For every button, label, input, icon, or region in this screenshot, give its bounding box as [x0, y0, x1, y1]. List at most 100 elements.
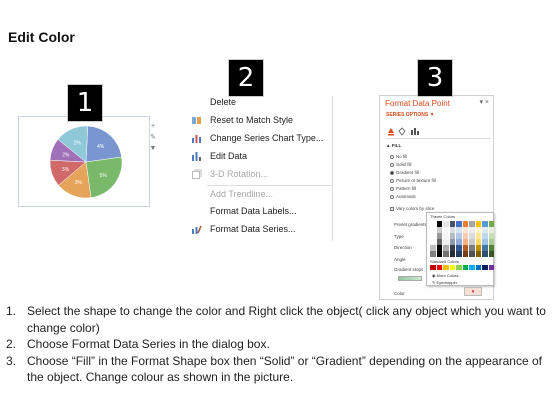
- instruction-step-3: 3. Choose “Fill” in the Format Shape box …: [6, 353, 554, 386]
- panel-tabs: [386, 123, 426, 136]
- option-no-fill[interactable]: No fill: [390, 154, 407, 159]
- effects-tab-icon[interactable]: [398, 127, 406, 136]
- menu-item-edit-data[interactable]: Edit Data: [183, 147, 333, 165]
- chart-elements-icon[interactable]: +: [149, 123, 157, 131]
- menu-item-change-chart-type[interactable]: Change Series Chart Type...: [183, 129, 333, 147]
- theme-color-swatch[interactable]: [456, 251, 462, 257]
- theme-colors-label: Theme Colors: [430, 214, 456, 219]
- theme-color-swatch[interactable]: [449, 251, 455, 257]
- instruction-step-2: 2. Choose Format Data Series in the dialo…: [6, 336, 554, 353]
- more-colors-label: More Colors...: [436, 273, 462, 278]
- option-label: Pattern fill: [396, 186, 417, 191]
- preset-gradients-label: Preset gradients: [394, 222, 427, 227]
- menu-item-label: 3-D Rotation...: [210, 169, 269, 179]
- step-badge-1: 1: [68, 85, 102, 121]
- theme-color-swatch[interactable]: [436, 251, 442, 257]
- option-picture-fill[interactable]: Picture or texture fill: [390, 178, 436, 183]
- standard-color-swatch[interactable]: [462, 265, 468, 270]
- page-title: Edit Color: [8, 29, 75, 45]
- eyedropper-label: Eyedropper: [436, 280, 458, 285]
- menu-item-format-data-labels[interactable]: Format Data Labels...: [183, 202, 333, 220]
- reset-style-icon: [192, 117, 201, 124]
- pie-data-label: 3%: [62, 167, 70, 173]
- pie-data-label: 2%: [62, 152, 70, 158]
- menu-item-format-data-series[interactable]: Format Data Series...: [183, 220, 333, 238]
- option-label: Gradient fill: [396, 170, 419, 175]
- menu-item-label: Add Trendline...: [210, 189, 274, 199]
- standard-color-swatch[interactable]: [482, 265, 488, 270]
- edit-data-icon: [192, 152, 201, 161]
- step-text: Choose Format Data Series in the dialog …: [27, 337, 270, 351]
- step-number: 3.: [6, 353, 17, 368]
- chart-filter-icon[interactable]: ▼: [149, 145, 157, 153]
- context-menu: Delete Reset to Match Style Change Serie…: [183, 96, 333, 241]
- pie-chart[interactable]: 4% 5% 3% 3% 2% 2%: [19, 117, 151, 208]
- rotation-icon: [192, 169, 202, 179]
- option-label: Solid fill: [396, 162, 412, 167]
- step-badge-3: 3: [418, 60, 452, 96]
- menu-item-label: Change Series Chart Type...: [210, 133, 324, 143]
- checkbox-label: Vary colors by slice: [396, 206, 435, 211]
- instruction-step-1: 1. Select the shape to change the color a…: [6, 303, 554, 336]
- pie-data-label: 3%: [75, 180, 83, 186]
- option-label: Picture or texture fill: [396, 178, 436, 183]
- option-pattern-fill[interactable]: Pattern fill: [390, 186, 416, 191]
- series-options-dropdown[interactable]: SERIES OPTIONS ▼: [386, 112, 435, 118]
- chart-side-tools: + ✎ ▼: [149, 123, 159, 156]
- color-label: Color: [394, 291, 405, 296]
- instruction-list: 1. Select the shape to change the color a…: [6, 303, 554, 386]
- theme-color-grid[interactable]: [430, 221, 495, 257]
- step-text: Select the shape to change the color and…: [27, 304, 546, 335]
- menu-item-label: Format Data Series...: [210, 224, 296, 234]
- theme-color-swatch[interactable]: [443, 251, 449, 257]
- standard-colors-label: Standard Colors: [430, 259, 459, 264]
- standard-color-swatch[interactable]: [475, 265, 481, 270]
- theme-color-swatch[interactable]: [462, 251, 468, 257]
- option-gradient-fill[interactable]: Gradient fill: [390, 170, 419, 175]
- chart-area[interactable]: 4% 5% 3% 3% 2% 2%: [18, 116, 150, 207]
- option-label: No fill: [396, 154, 408, 159]
- menu-item-label: Reset to Match Style: [210, 115, 294, 125]
- standard-color-row[interactable]: [430, 265, 495, 270]
- theme-color-swatch[interactable]: [469, 251, 475, 257]
- gradient-stops-label: Gradient stops: [394, 267, 424, 272]
- theme-color-swatch[interactable]: [488, 251, 494, 257]
- menu-item-label: Edit Data: [210, 151, 248, 161]
- chart-type-icon: [192, 135, 201, 143]
- series-options-tab-icon[interactable]: [411, 128, 419, 135]
- menu-item-reset-style[interactable]: Reset to Match Style: [183, 111, 333, 129]
- theme-color-swatch[interactable]: [482, 251, 488, 257]
- option-solid-fill[interactable]: Solid fill: [390, 162, 412, 167]
- standard-color-swatch[interactable]: [443, 265, 449, 270]
- step-text: Choose “Fill” in the Format Shape box th…: [27, 353, 542, 385]
- color-dropdown-button[interactable]: ▾: [464, 287, 482, 296]
- pie-data-label: 4%: [97, 144, 105, 150]
- type-label: Type: [394, 234, 404, 239]
- standard-color-swatch[interactable]: [469, 265, 475, 270]
- standard-color-swatch[interactable]: [436, 265, 442, 270]
- theme-color-swatch[interactable]: [430, 251, 436, 257]
- theme-color-swatch[interactable]: [475, 251, 481, 257]
- standard-color-swatch[interactable]: [430, 265, 436, 270]
- panel-close-button[interactable]: ▾ ×: [479, 98, 489, 106]
- fill-section-header[interactable]: ▲ FILL: [386, 143, 401, 148]
- more-colors-link[interactable]: ◉ More Colors...: [432, 273, 462, 278]
- fill-line-tab-icon[interactable]: [388, 128, 394, 136]
- eyedropper-link[interactable]: ✎ Eyedropper: [432, 280, 457, 285]
- panel-title: Format Data Point: [385, 99, 450, 108]
- chart-styles-icon[interactable]: ✎: [149, 134, 157, 142]
- pie-data-label: 5%: [100, 173, 108, 179]
- standard-color-swatch[interactable]: [488, 265, 494, 270]
- angle-label: Angle: [394, 257, 406, 262]
- vary-colors-checkbox[interactable]: Vary colors by slice: [390, 206, 434, 211]
- option-automatic[interactable]: Automatic: [390, 194, 416, 199]
- color-picker: Theme Colors Standard Colors ◉ More Colo…: [426, 212, 494, 286]
- step-number: 2.: [6, 337, 17, 351]
- menu-item-add-trendline: Add Trendline...: [183, 185, 333, 203]
- step-number: 1.: [6, 304, 17, 318]
- standard-color-swatch[interactable]: [449, 265, 455, 270]
- standard-color-swatch[interactable]: [456, 265, 462, 270]
- gradient-stops-bar[interactable]: [398, 276, 422, 281]
- pie-data-label: 2%: [74, 140, 82, 146]
- option-label: Automatic: [396, 194, 417, 199]
